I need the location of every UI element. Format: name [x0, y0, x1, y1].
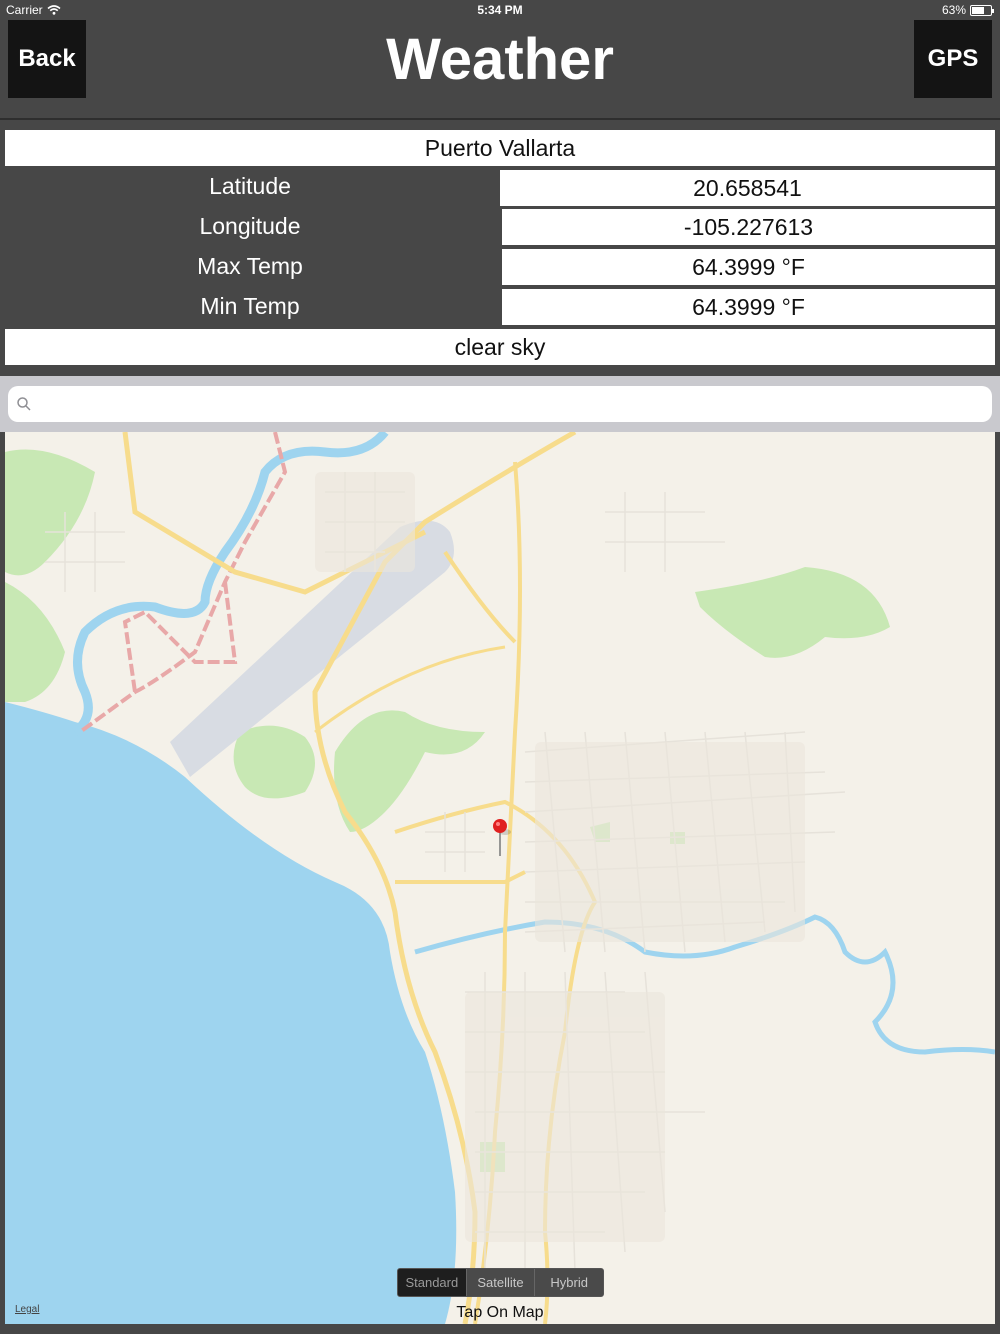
- location-pin-icon[interactable]: [491, 818, 511, 858]
- latitude-field[interactable]: 20.658541: [500, 170, 995, 206]
- map-type-hybrid[interactable]: Hybrid: [535, 1269, 603, 1296]
- min-temp-field[interactable]: 64.3999 °F: [502, 289, 995, 325]
- search-input[interactable]: [8, 386, 992, 422]
- header: Back Weather GPS: [0, 20, 1000, 118]
- map-type-standard[interactable]: Standard: [398, 1269, 467, 1296]
- map-type-satellite[interactable]: Satellite: [467, 1269, 536, 1296]
- tap-on-map-hint: Tap On Map: [456, 1304, 544, 1321]
- max-temp-label: Max Temp: [197, 253, 303, 279]
- map-search-bar: [0, 376, 1000, 432]
- map-type-selector: Standard Satellite Hybrid: [397, 1268, 604, 1297]
- weather-description-field[interactable]: clear sky: [5, 329, 995, 365]
- search-icon: [17, 397, 31, 411]
- status-bar: Carrier 5:34 PM 63%: [0, 0, 1000, 20]
- map-view[interactable]: Standard Satellite Hybrid Legal Tap On M…: [5, 432, 995, 1324]
- longitude-label: Longitude: [199, 213, 301, 239]
- header-divider: [0, 118, 1000, 120]
- gps-button[interactable]: GPS: [914, 20, 992, 98]
- page-title: Weather: [386, 27, 614, 92]
- min-temp-label: Min Temp: [200, 293, 300, 319]
- latitude-label: Latitude: [209, 173, 291, 199]
- map-tiles: [5, 432, 995, 1324]
- battery-percent: 63%: [941, 3, 966, 17]
- status-time: 5:34 PM: [477, 3, 523, 17]
- longitude-field[interactable]: -105.227613: [502, 209, 995, 245]
- max-temp-field[interactable]: 64.3999 °F: [502, 249, 995, 285]
- battery-indicator: 63%: [941, 3, 994, 17]
- battery-icon: [970, 4, 994, 16]
- city-field[interactable]: Puerto Vallarta: [5, 130, 995, 166]
